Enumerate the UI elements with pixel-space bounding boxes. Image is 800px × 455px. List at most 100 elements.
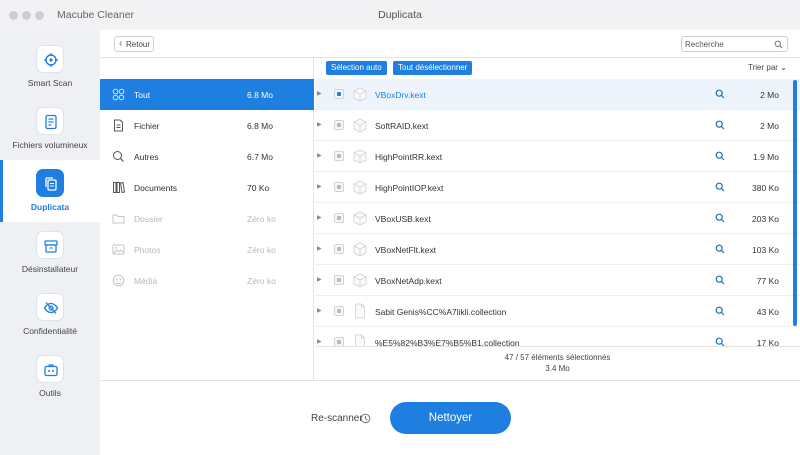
category-folder[interactable]: Dossier Zéro ko <box>100 203 314 234</box>
search-doc-icon <box>113 151 124 162</box>
selection-summary: 47 / 57 éléments sélectionnés 3.4 Mo <box>315 346 800 380</box>
category-photos[interactable]: Photos Zéro ko <box>100 234 314 265</box>
document-file-icon <box>355 303 365 319</box>
expand-arrow-icon[interactable]: ▶ <box>317 152 322 159</box>
category-file[interactable]: Fichier 6.8 Mo <box>100 110 314 141</box>
expand-arrow-icon[interactable]: ▶ <box>317 214 322 221</box>
search-icon[interactable] <box>715 120 725 130</box>
auto-select-button[interactable]: Sélection auto <box>326 61 387 75</box>
clock-icon[interactable] <box>360 413 371 424</box>
file-checkbox[interactable] <box>334 275 344 285</box>
file-row[interactable]: ▶ HighPointIOP.kext 380 Ko <box>315 172 800 203</box>
expand-arrow-icon[interactable]: ▶ <box>317 183 322 190</box>
file-name: HighPointRR.kext <box>375 152 443 162</box>
file-list: ▶ VBoxDrv.kext 2 Mo ▶ SoftRAID.kext 2 Mo… <box>315 79 800 346</box>
search-icon[interactable] <box>715 213 725 223</box>
search-icon[interactable] <box>715 151 725 161</box>
file-row[interactable]: ▶ VBoxNetAdp.kext 77 Ko <box>315 265 800 296</box>
package-icon <box>353 242 367 257</box>
category-size: Zéro ko <box>247 276 276 286</box>
search-icon[interactable] <box>715 275 725 285</box>
search-icon[interactable] <box>715 337 725 346</box>
sidebar-item-large-files[interactable]: Fichiers volumineux <box>0 98 100 160</box>
expand-arrow-icon[interactable]: ▶ <box>317 245 322 252</box>
sidebar-item-privacy[interactable]: Confidentialité <box>0 284 100 346</box>
sort-dropdown[interactable]: Trier par ⌄ <box>748 63 787 72</box>
toolbox-icon <box>36 355 64 383</box>
clean-button[interactable]: Nettoyer <box>390 402 511 434</box>
file-checkbox[interactable] <box>334 244 344 254</box>
package-icon <box>353 149 367 164</box>
category-all[interactable]: Tout 6.8 Mo <box>100 79 314 110</box>
file-checkbox[interactable] <box>334 89 344 99</box>
search-icon[interactable] <box>715 182 725 192</box>
file-checkbox[interactable] <box>334 151 344 161</box>
category-name: Autres <box>134 152 159 162</box>
sidebar-item-label: Outils <box>39 388 61 398</box>
chevron-left-icon: ‹ <box>119 38 123 49</box>
rescan-button[interactable]: Re-scanner <box>311 413 363 424</box>
sidebar-item-duplicates[interactable]: Duplicata <box>0 160 100 222</box>
search-input[interactable] <box>685 39 773 50</box>
search-icon[interactable] <box>715 89 725 99</box>
selected-size: 3.4 Mo <box>545 364 570 373</box>
sidebar-item-uninstaller[interactable]: Désinstallateur <box>0 222 100 284</box>
file-row[interactable]: ▶ Sabit Genis%CC%A7likli.collection 43 K… <box>315 296 800 327</box>
top-toolbar: ‹ Retour <box>100 30 800 58</box>
file-row[interactable]: ▶ %E5%82%B3%E7%B5%B1.collection 17 Ko <box>315 327 800 346</box>
file-checkbox[interactable] <box>334 306 344 316</box>
file-checkbox[interactable] <box>334 120 344 130</box>
sidebar-item-tools[interactable]: Outils <box>0 346 100 408</box>
file-list-scrollbar[interactable] <box>793 80 797 326</box>
file-checkbox[interactable] <box>334 337 344 346</box>
file-checkbox[interactable] <box>334 213 344 223</box>
search-icon[interactable] <box>715 306 725 316</box>
expand-arrow-icon[interactable]: ▶ <box>317 307 322 314</box>
copy-icon <box>36 169 64 197</box>
category-list: Tout 6.8 Mo Fichier 6.8 Mo Autres 6.7 Mo… <box>100 58 314 380</box>
package-icon <box>353 87 367 102</box>
window-title: Duplicata <box>378 9 422 21</box>
eye-off-icon <box>36 293 64 321</box>
back-button[interactable]: ‹ Retour <box>114 36 154 52</box>
grid-icon <box>112 88 125 101</box>
file-row[interactable]: ▶ VBoxUSB.kext 203 Ko <box>315 203 800 234</box>
category-media[interactable]: Média Zéro ko <box>100 265 314 296</box>
category-documents[interactable]: Documents 70 Ko <box>100 172 314 203</box>
file-checkbox[interactable] <box>334 182 344 192</box>
category-others[interactable]: Autres 6.7 Mo <box>100 141 314 172</box>
file-row[interactable]: ▶ SoftRAID.kext 2 Mo <box>315 110 800 141</box>
search-icon[interactable] <box>715 244 725 254</box>
file-size: 77 Ko <box>756 276 779 286</box>
file-panel: Sélection auto Tout désélectionner Trier… <box>315 58 800 380</box>
category-size: 6.8 Mo <box>247 121 273 131</box>
books-icon <box>113 181 125 194</box>
category-size: 6.7 Mo <box>247 152 273 162</box>
file-row[interactable]: ▶ VBoxNetFlt.kext 103 Ko <box>315 234 800 265</box>
category-size: Zéro ko <box>247 245 276 255</box>
document-icon <box>36 107 64 135</box>
file-name: VBoxUSB.kext <box>375 214 431 224</box>
file-size: 1.9 Mo <box>753 152 779 162</box>
deselect-all-button[interactable]: Tout désélectionner <box>393 61 473 75</box>
file-icon <box>114 119 123 132</box>
search-icon[interactable] <box>774 40 783 49</box>
sidebar-item-smart-scan[interactable]: Smart Scan <box>0 36 100 98</box>
file-name: VBoxNetAdp.kext <box>375 276 442 286</box>
file-row[interactable]: ▶ VBoxDrv.kext 2 Mo <box>315 79 800 110</box>
file-name: VBoxDrv.kext <box>375 90 426 100</box>
sidebar: Smart Scan Fichiers volumineux Duplicata… <box>0 30 100 455</box>
chevron-down-icon: ⌄ <box>780 63 787 72</box>
package-icon <box>353 118 367 133</box>
target-icon <box>36 45 64 73</box>
category-name: Fichier <box>134 121 160 131</box>
expand-arrow-icon[interactable]: ▶ <box>317 276 322 283</box>
category-size: 70 Ko <box>247 183 270 193</box>
category-size: Zéro ko <box>247 214 276 224</box>
file-row[interactable]: ▶ HighPointRR.kext 1.9 Mo <box>315 141 800 172</box>
file-size: 2 Mo <box>760 90 779 100</box>
package-icon <box>353 211 367 226</box>
expand-arrow-icon[interactable]: ▶ <box>317 121 322 128</box>
expand-arrow-icon[interactable]: ▶ <box>317 90 322 97</box>
expand-arrow-icon[interactable]: ▶ <box>317 338 322 345</box>
